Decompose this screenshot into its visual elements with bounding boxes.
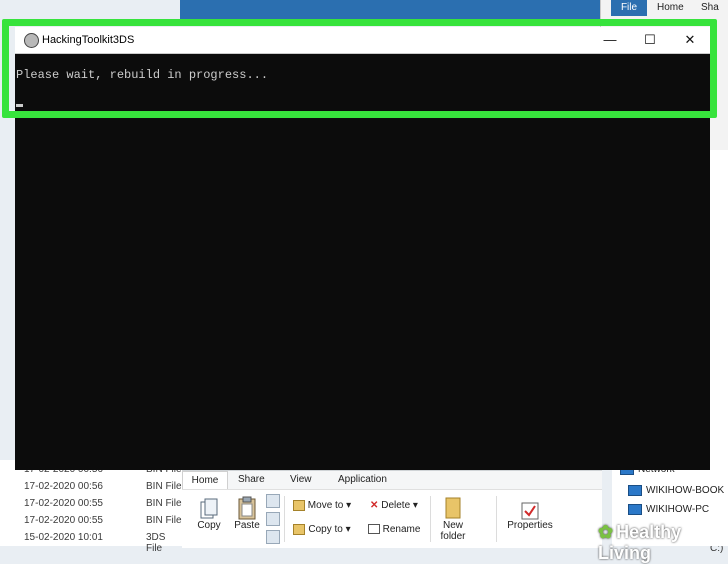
properties-button[interactable]: Properties xyxy=(502,502,558,531)
watermark-logo: ✿ Healthy Living xyxy=(598,522,728,564)
copy-to-label: Copy to xyxy=(308,524,343,536)
table-row[interactable]: 17-02-2020 00:56 BIN File xyxy=(0,481,182,498)
file-list: 17-02-2020 00:56 BIN File 17-02-2020 00:… xyxy=(0,460,182,554)
computer-name: WIKIHOW-BOOK xyxy=(646,485,725,497)
ribbon-divider xyxy=(430,496,431,542)
properties-label: Properties xyxy=(507,520,553,531)
copy-to-button[interactable]: Copy to ▾ xyxy=(290,524,354,535)
clipboard-small-actions xyxy=(266,494,280,548)
copy-path-icon[interactable] xyxy=(266,512,280,526)
new-folder-button[interactable]: New folder xyxy=(436,496,470,542)
tab-home[interactable]: Home xyxy=(182,471,228,490)
delete-label: Delete xyxy=(381,500,411,511)
rename-icon xyxy=(367,524,380,535)
ribbon-divider xyxy=(496,496,497,542)
delete-icon: ✕ xyxy=(370,500,379,511)
rename-label: Rename xyxy=(382,524,421,535)
table-row[interactable]: 17-02-2020 00:55 BIN File xyxy=(0,515,182,532)
file-date: 15-02-2020 10:01 xyxy=(24,532,103,543)
file-date: 17-02-2020 00:55 xyxy=(24,498,103,509)
paste-label: Paste xyxy=(234,520,260,531)
computer-name: WIKIHOW-PC xyxy=(646,504,710,516)
tab-view[interactable]: View xyxy=(290,471,312,489)
paste-shortcut-icon[interactable] xyxy=(266,530,280,544)
tab-share-top[interactable]: Sha xyxy=(701,0,719,16)
file-type: BIN File xyxy=(146,498,182,509)
tab-share[interactable]: Share xyxy=(238,471,265,489)
rename-button[interactable]: Rename xyxy=(364,524,424,535)
ribbon-home-panel: Copy Paste Move to ▾ Copy to ▾ ✕ Delete … xyxy=(182,489,602,548)
computer-icon xyxy=(628,485,642,496)
network-computer[interactable]: WIKIHOW-BOOK xyxy=(628,485,724,496)
computer-icon xyxy=(628,504,642,515)
table-row[interactable]: 15-02-2020 10:01 3DS File xyxy=(0,532,182,554)
file-type: BIN File xyxy=(146,481,182,492)
properties-icon xyxy=(521,502,539,520)
paste-icon xyxy=(238,496,256,520)
file-type: BIN File xyxy=(146,515,182,526)
paste-button[interactable]: Paste xyxy=(230,496,264,531)
move-to-button[interactable]: Move to ▾ xyxy=(290,500,354,511)
copy-button[interactable]: Copy xyxy=(194,498,224,531)
move-to-icon xyxy=(292,500,305,511)
ribbon-divider xyxy=(284,496,285,542)
delete-button[interactable]: ✕ Delete ▾ xyxy=(364,500,424,511)
leaf-icon: ✿ xyxy=(598,522,614,542)
move-to-label: Move to xyxy=(307,500,344,512)
copy-to-icon xyxy=(293,524,306,535)
explorer-ribbon: Home Share View Application Tools Copy P… xyxy=(182,470,602,548)
table-row[interactable]: 17-02-2020 00:55 BIN File xyxy=(0,498,182,515)
network-computer[interactable]: WIKIHOW-PC xyxy=(628,504,709,515)
highlight-box xyxy=(2,19,717,118)
cut-icon[interactable] xyxy=(266,494,280,508)
file-date: 17-02-2020 00:56 xyxy=(24,481,103,492)
tab-home-top[interactable]: Home xyxy=(657,0,684,16)
copy-label: Copy xyxy=(197,520,221,531)
file-type: 3DS File xyxy=(146,532,166,554)
new-folder-label-2: folder xyxy=(440,531,466,542)
copy-icon xyxy=(200,498,218,519)
folder-icon xyxy=(445,497,461,519)
new-folder-label-1: New xyxy=(442,520,463,531)
file-date: 17-02-2020 00:55 xyxy=(24,515,103,526)
tab-file[interactable]: File xyxy=(611,0,647,16)
